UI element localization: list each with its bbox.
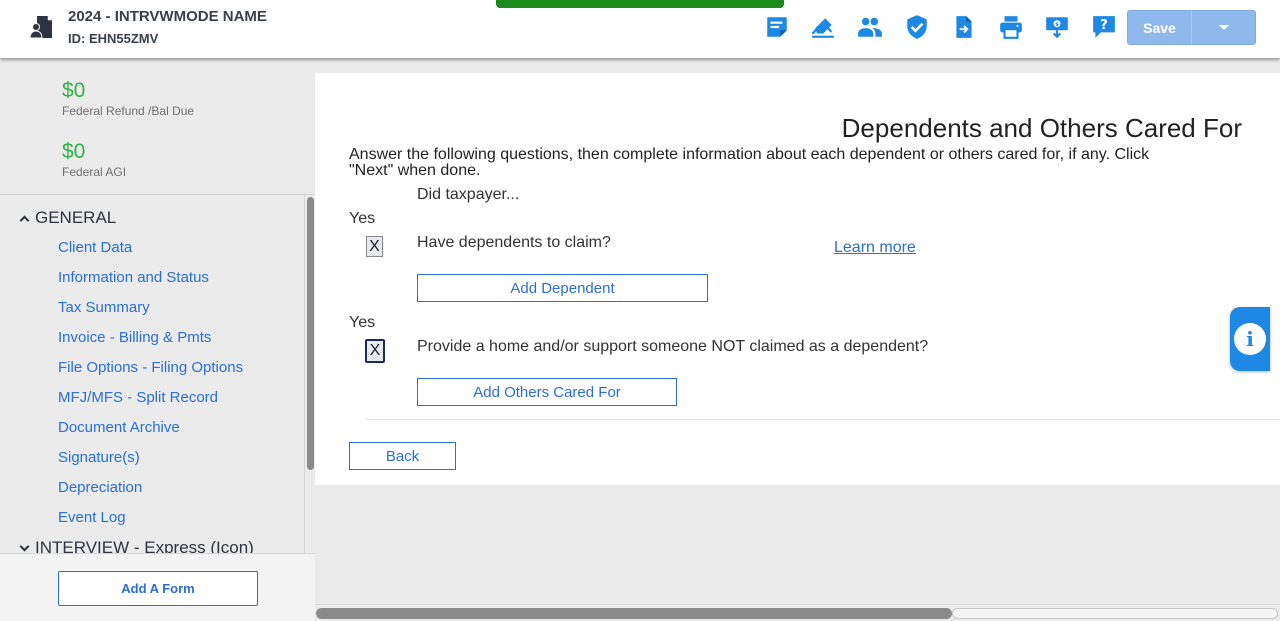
save-options-dropdown[interactable] [1191,10,1256,45]
federal-refund-value: $0 [62,79,86,102]
client-id: ID: EHN55ZMV [68,31,159,46]
signature-icon[interactable] [809,13,837,41]
federal-agi-label: Federal AGI [62,165,127,179]
save-button[interactable]: Save [1127,10,1192,45]
federal-agi-value: $0 [62,140,86,163]
sidebar-item-event-log[interactable]: Event Log [58,509,126,526]
add-form-button[interactable]: Add A Form [58,571,258,606]
sidebar-item-split-record[interactable]: MFJ/MFS - Split Record [58,389,218,406]
top-header: 2024 - INTRVWMODE NAME ID: EHN55ZMV $ ? … [0,0,1280,58]
info-icon: i [1234,323,1266,355]
yes-column-label: Yes [349,210,376,227]
learn-more-link[interactable]: Learn more [834,239,916,257]
sidebar-item-signatures[interactable]: Signature(s) [58,449,140,466]
main-content: Dependents and Others Cared For Answer t… [315,73,1280,485]
sidebar-item-tax-summary[interactable]: Tax Summary [58,299,150,316]
help-icon[interactable]: ? [1090,13,1118,41]
back-button[interactable]: Back [349,442,456,470]
chevron-up-icon [19,215,30,225]
chevron-down-icon [19,541,30,551]
question-others-cared-for: Provide a home and/or support someone NO… [417,338,929,355]
shield-check-icon[interactable] [903,13,931,41]
document-transfer-icon[interactable] [950,13,978,41]
horizontal-scrollbar-thumb[interactable] [316,608,952,619]
svg-text:?: ? [1100,18,1108,33]
did-taxpayer-label: Did taxpayer... [417,186,520,203]
print-icon[interactable] [997,13,1025,41]
notes-icon[interactable] [763,13,791,41]
sidebar-item-information-status[interactable]: Information and Status [58,269,209,286]
sidebar-scrollbar-thumb[interactable] [307,197,314,470]
info-panel-tab[interactable]: i [1230,307,1270,371]
add-others-cared-for-button[interactable]: Add Others Cared For [417,378,677,406]
client-document-icon [29,16,52,39]
svg-text:$: $ [1055,22,1059,28]
sidebar-item-document-archive[interactable]: Document Archive [58,419,180,436]
sidebar-item-depreciation[interactable]: Depreciation [58,479,142,496]
federal-refund-label: Federal Refund /Bal Due [62,104,195,118]
section-interview-label: INTERVIEW - Express (Icon) [35,538,254,553]
yes-column-label: Yes [349,314,376,331]
sidebar-scrollbar[interactable] [304,195,315,553]
section-general[interactable]: GENERAL [18,208,116,228]
section-general-label: GENERAL [35,208,117,227]
horizontal-scrollbar[interactable] [315,604,1280,621]
page-title: Dependents and Others Cared For [841,113,1242,143]
sidebar-item-client-data[interactable]: Client Data [58,239,132,256]
sidebar-footer: Add A Form [0,553,315,621]
sidebar-item-invoice[interactable]: Invoice - Billing & Pmts [58,329,211,346]
sidebar: $0 Federal Refund /Bal Due $0 Federal AG… [0,58,315,621]
users-icon[interactable] [856,13,884,41]
others-cared-yes-checkbox[interactable]: X [365,339,385,363]
horizontal-scrollbar-track[interactable] [952,608,1278,619]
add-dependent-button[interactable]: Add Dependent [417,274,708,302]
refund-monitor-icon[interactable]: $ [1043,13,1071,41]
caret-down-icon [1218,25,1229,30]
section-interview[interactable]: INTERVIEW - Express (Icon) [18,538,254,553]
notification-banner [496,0,784,8]
section-divider [366,419,1280,420]
dependents-yes-checkbox[interactable]: X [366,236,383,257]
sidebar-item-file-options[interactable]: File Options - Filing Options [58,359,243,376]
sidebar-nav: GENERAL Client Data Information and Stat… [0,195,304,553]
client-name: 2024 - INTRVWMODE NAME [68,8,267,25]
intro-text: Answer the following questions, then com… [349,146,1150,179]
question-dependents: Have dependents to claim? [417,234,611,251]
